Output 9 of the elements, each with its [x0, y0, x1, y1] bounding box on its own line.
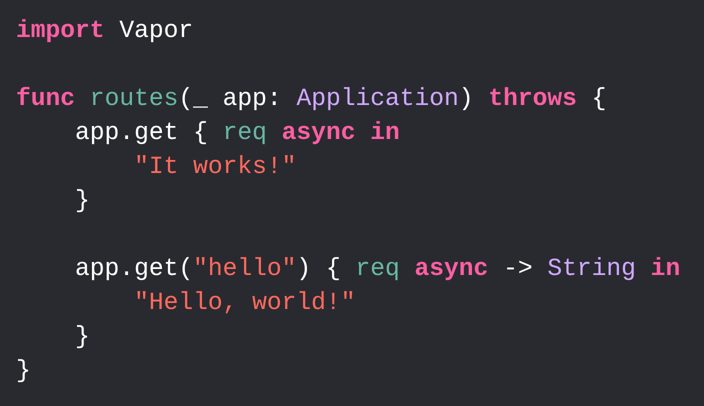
code-line: }	[74, 187, 90, 217]
code-line: app.get("hello") { req async -> String in	[74, 255, 680, 285]
code-line: }	[16, 357, 31, 387]
code-line: func routes(_ app: Application) throws {	[16, 85, 606, 115]
code-line: import Vapor	[16, 17, 194, 47]
code-line: "Hello, world!"	[133, 289, 356, 319]
code-line: }	[74, 323, 90, 353]
code-line: "It works!"	[133, 153, 296, 183]
code-line: app.get { req async in	[74, 119, 400, 149]
